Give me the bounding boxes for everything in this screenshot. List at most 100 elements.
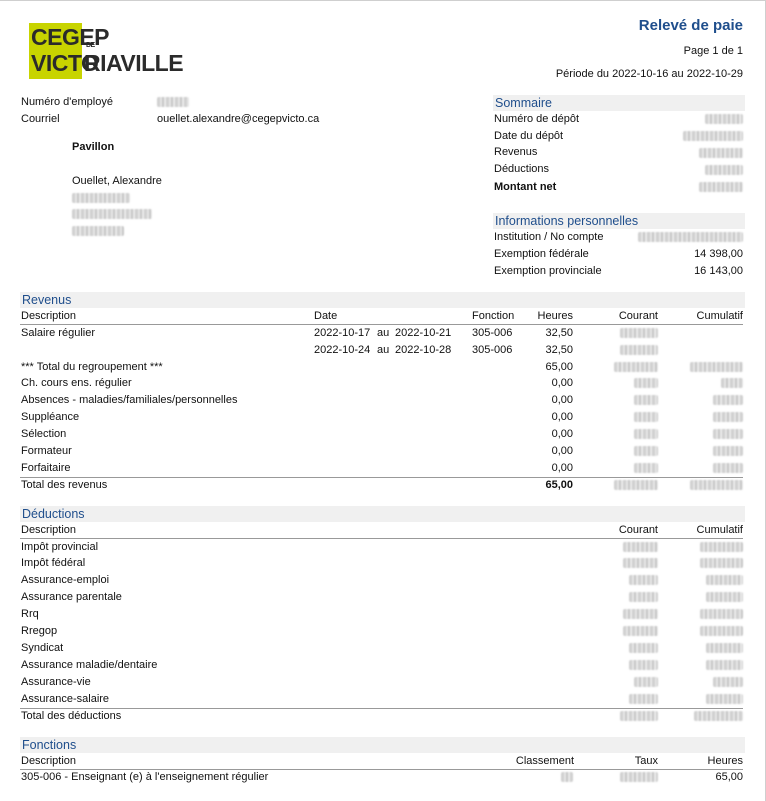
deductions-header-courant: Courant	[618, 524, 658, 536]
revenus-item-cumul-redacted	[713, 463, 743, 473]
revenus-row2-fonction: 305-006	[472, 344, 513, 356]
revenus-total-cumul-redacted	[690, 480, 743, 490]
revenus-total-rule	[20, 477, 743, 478]
deduction-cumul-redacted	[706, 660, 743, 670]
revenus-item-label: Absences - maladies/familiales/personnel…	[21, 394, 238, 406]
pavillon-label: Pavillon	[72, 141, 115, 153]
revenus-item-cumul-redacted	[713, 429, 743, 439]
revenus-item-heures: 0,00	[551, 377, 573, 389]
deduction-item-label: Assurance maladie/dentaire	[21, 659, 158, 671]
revenus-row1-from: 2022-10-17	[314, 327, 371, 339]
deduction-cumul-redacted	[706, 694, 743, 704]
deductions-header-description: Description	[21, 524, 77, 536]
revenus-item-label: Suppléance	[21, 411, 80, 423]
fonction-row-heures: 65,00	[715, 771, 743, 783]
revenus-item-cumul-redacted	[713, 395, 743, 405]
deduction-courant-redacted	[629, 643, 658, 653]
pay-period: Période du 2022-10-16 au 2022-10-29	[555, 68, 743, 80]
deduction-courant-redacted	[623, 542, 658, 552]
deduction-item-label: Assurance parentale	[21, 591, 122, 603]
deductions-total-cumul-redacted	[694, 711, 743, 721]
revenus-item-label: Ch. cours ens. régulier	[21, 377, 132, 389]
revenus-row1-courant-redacted	[620, 328, 658, 338]
personal-label-federal: Exemption fédérale	[494, 248, 589, 260]
deduction-item-label: Syndicat	[21, 642, 64, 654]
deduction-cumul-redacted	[700, 542, 743, 552]
document-title: Relevé de paie	[638, 17, 743, 34]
summary-value-redacted	[705, 114, 743, 124]
revenus-row1-au: au	[377, 327, 390, 339]
revenus-item-cumul-redacted	[713, 412, 743, 422]
summary-label-deductions: Déductions	[494, 163, 550, 175]
deduction-cumul-redacted	[706, 643, 743, 653]
deduction-courant-redacted	[634, 677, 658, 687]
email-value: ouellet.alexandre@cegepvicto.ca	[157, 113, 320, 125]
revenus-total-group-courant-redacted	[614, 362, 658, 372]
revenus-header-date: Date	[314, 310, 338, 322]
revenus-salaire-label: Salaire régulier	[21, 327, 95, 339]
deduction-courant-redacted	[629, 694, 658, 704]
revenus-header-courant: Courant	[618, 310, 658, 322]
summary-value-redacted	[699, 182, 743, 192]
revenus-item-courant-redacted	[634, 463, 658, 473]
fonction-taux-redacted	[620, 772, 658, 782]
fonctions-title: Fonctions	[20, 737, 745, 753]
personal-label-provincial: Exemption provinciale	[494, 265, 602, 277]
summary-label-net: Montant net	[494, 181, 557, 193]
revenus-row2-from: 2022-10-24	[314, 344, 371, 356]
deductions-total-courant-redacted	[620, 711, 658, 721]
deduction-item-label: Impôt provincial	[21, 541, 99, 553]
revenus-total-group-heures: 65,00	[545, 361, 573, 373]
deduction-cumul-redacted	[700, 609, 743, 619]
deductions-title: Déductions	[20, 506, 745, 522]
personal-value-federal: 14 398,00	[694, 248, 743, 260]
revenus-item-label: Forfaitaire	[21, 462, 71, 474]
revenus-row2-to: 2022-10-28	[395, 344, 452, 356]
revenus-total-courant-redacted	[614, 480, 658, 490]
revenus-item-courant-redacted	[634, 429, 658, 439]
page-number: Page 1 de 1	[683, 45, 743, 57]
deduction-courant-redacted	[623, 626, 658, 636]
fonction-row-description: 305-006 - Enseignant (e) à l'enseignemen…	[21, 771, 269, 783]
summary-value-redacted	[699, 148, 743, 158]
deduction-item-label: Rregop	[21, 625, 58, 637]
summary-value-redacted	[705, 165, 743, 175]
revenus-title: Revenus	[20, 292, 745, 308]
fonction-classement-redacted	[561, 772, 573, 782]
deduction-courant-redacted	[629, 660, 658, 670]
revenus-item-heures: 0,00	[551, 428, 573, 440]
personal-info-title: Informations personnelles	[493, 213, 745, 229]
revenus-item-courant-redacted	[634, 395, 658, 405]
deductions-header-cumulatif: Cumulatif	[696, 524, 743, 536]
deduction-item-label: Assurance-emploi	[21, 574, 110, 586]
revenus-item-courant-redacted	[634, 412, 658, 422]
deduction-item-label: Assurance-salaire	[21, 693, 110, 705]
revenus-total-heures: 65,00	[545, 479, 573, 491]
deductions-total-rule	[20, 708, 743, 709]
revenus-header-fonction: Fonction	[472, 310, 515, 322]
revenus-total-group-label: *** Total du regroupement ***	[21, 361, 163, 373]
revenus-header-description: Description	[21, 310, 77, 322]
revenus-item-heures: 0,00	[551, 411, 573, 423]
revenus-item-courant-redacted	[634, 446, 658, 456]
revenus-item-heures: 0,00	[551, 462, 573, 474]
logo-line1: CEGEP	[31, 24, 110, 50]
employee-number-label: Numéro d'employé	[21, 96, 113, 108]
deduction-courant-redacted	[623, 558, 658, 568]
revenus-total-group-cumul-redacted	[690, 362, 743, 372]
deduction-cumul-redacted	[700, 558, 743, 568]
deduction-courant-redacted	[629, 575, 658, 585]
revenus-item-courant-redacted	[634, 378, 658, 388]
revenus-header-heures: Heures	[537, 310, 573, 322]
deduction-item-label: Rrq	[21, 608, 39, 620]
address-line2-redacted	[72, 209, 152, 219]
employee-name: Ouellet, Alexandre	[72, 175, 162, 187]
revenus-item-cumul-redacted	[721, 378, 743, 388]
account-number-redacted	[638, 232, 743, 242]
employee-number-redacted	[157, 97, 189, 107]
logo-de: DE	[86, 42, 95, 49]
revenus-header-rule	[20, 324, 743, 325]
revenus-row2-courant-redacted	[620, 345, 658, 355]
revenus-item-heures: 0,00	[551, 394, 573, 406]
deduction-item-label: Impôt fédéral	[21, 557, 86, 569]
